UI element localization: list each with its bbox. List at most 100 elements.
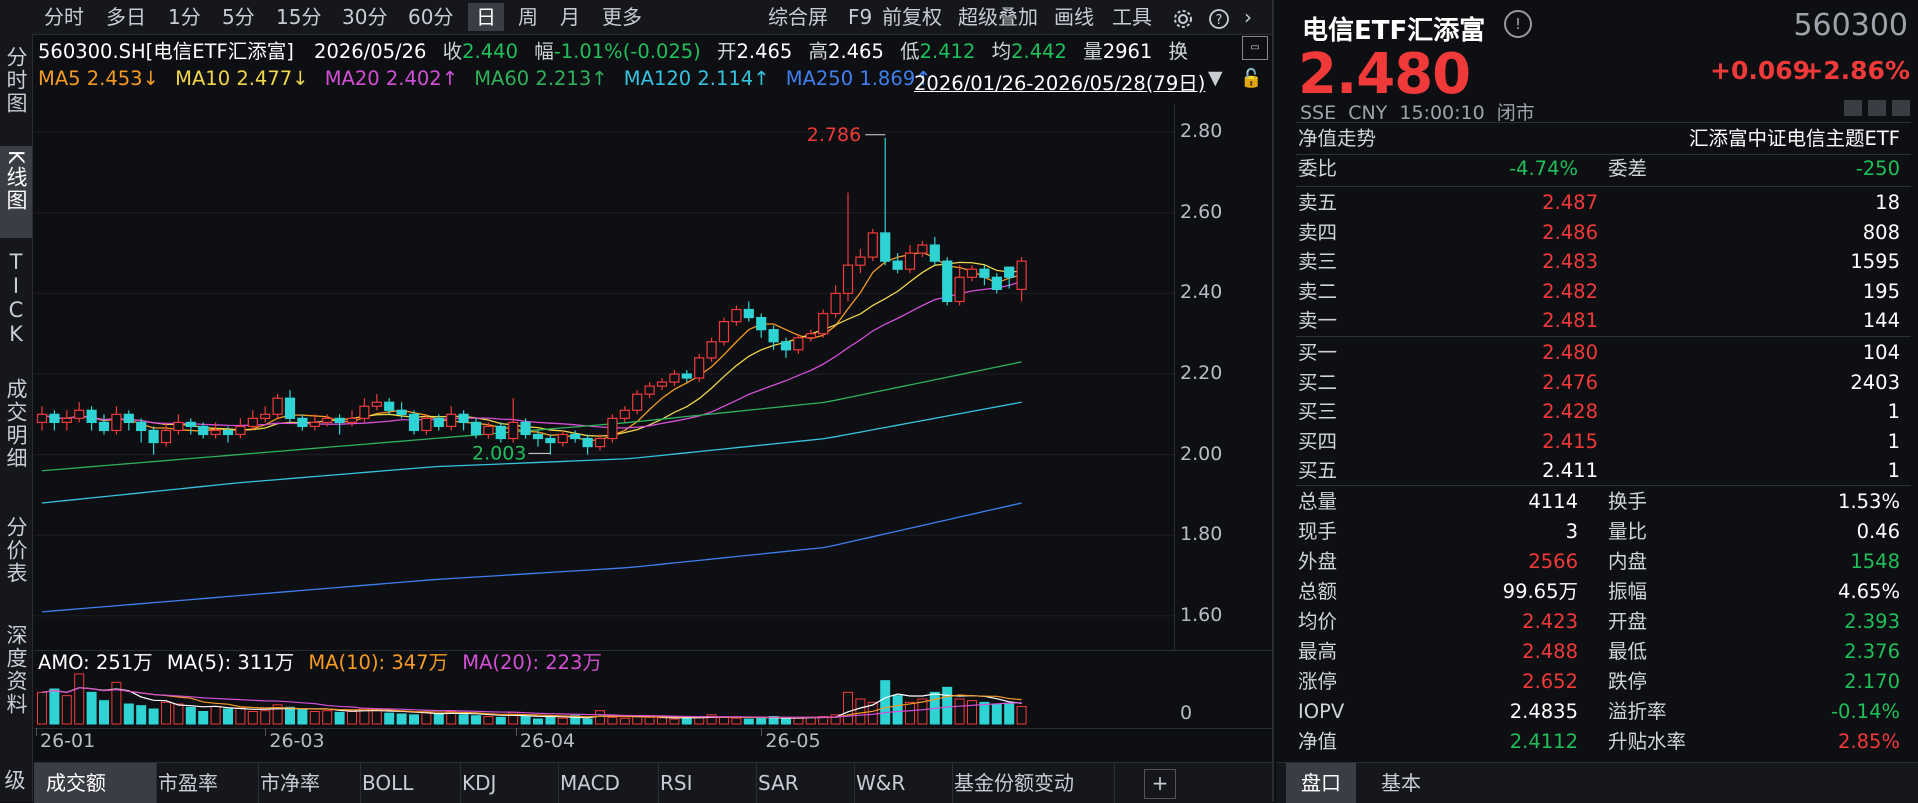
candle-body <box>557 433 568 444</box>
ma-line-ma120 <box>41 401 1022 504</box>
sell-level-5[interactable]: 卖一 2.481 144 <box>1298 306 1908 335</box>
level-qty: 1 <box>1887 429 1900 453</box>
add-tab-button[interactable]: + <box>1144 769 1176 799</box>
period-week[interactable]: 周 <box>510 3 546 31</box>
nav-row[interactable]: 净值走势 汇添富中证电信主题ETF <box>1298 124 1908 153</box>
tab-macd[interactable]: MACD <box>548 763 659 803</box>
tab-pb[interactable]: 市净率 <box>248 763 361 803</box>
volume-bar <box>1016 706 1027 725</box>
tab-trade-details[interactable]: 成交明细 <box>0 378 32 494</box>
vol-value: 2961 <box>1102 40 1153 63</box>
candle-body <box>880 232 891 262</box>
tab-depth-data[interactable]: 深度资料 <box>0 624 32 750</box>
level-qty: 1 <box>1887 459 1900 482</box>
tab-price-table[interactable]: 分价表 <box>0 516 32 606</box>
info-icon[interactable]: ! <box>1504 10 1532 38</box>
chevron-down-icon[interactable]: ▼ <box>1208 67 1223 89</box>
screen-share-icon[interactable]: ▭ <box>1242 36 1268 60</box>
tab-kdj[interactable]: KDJ <box>450 763 559 803</box>
period-fenshi[interactable]: 分时 <box>36 3 92 31</box>
separator <box>1296 122 1911 123</box>
volume-bar <box>669 718 680 725</box>
tab-pe[interactable]: 市盈率 <box>146 763 259 803</box>
lock-icon[interactable]: 🔓 <box>1240 68 1262 89</box>
candle-body <box>446 413 457 428</box>
level-qty: 1595 <box>1850 250 1900 273</box>
level-label: 卖一 <box>1298 309 1338 332</box>
candle-body <box>570 433 581 440</box>
expand-icon[interactable] <box>1892 100 1910 116</box>
sell-level-1[interactable]: 卖五 2.487 18 <box>1298 188 1908 217</box>
tools-button[interactable]: 工具 <box>1104 3 1160 31</box>
candle-body <box>669 373 680 383</box>
period-30min[interactable]: 30分 <box>334 3 395 31</box>
separator <box>1296 485 1911 486</box>
stat-value: 2.423 <box>1522 610 1578 633</box>
period-60min[interactable]: 60分 <box>400 3 461 31</box>
volume-bar <box>396 713 407 725</box>
sell-level-4[interactable]: 卖二 2.482 195 <box>1298 277 1908 306</box>
period-duori[interactable]: 多日 <box>98 3 154 31</box>
buy-level-4[interactable]: 买四 2.415 1 <box>1298 427 1908 456</box>
buy-level-2[interactable]: 买二 2.476 2403 <box>1298 368 1908 397</box>
level-price: 2.487 <box>1542 191 1598 214</box>
time-tick-mark <box>36 728 37 736</box>
kline-chart[interactable]: 2.786 2.003 <box>34 104 1184 644</box>
sell-level-2[interactable]: 卖四 2.486 808 <box>1298 218 1908 247</box>
composite-screen-button[interactable]: 综合屏 <box>760 3 836 31</box>
panel-divider[interactable] <box>1272 0 1274 802</box>
gear-icon[interactable] <box>1164 3 1202 31</box>
tab-order-book[interactable]: 盘口 <box>1286 763 1356 803</box>
period-15min[interactable]: 15分 <box>268 3 329 31</box>
tab-tick[interactable]: TICK <box>0 250 32 360</box>
draw-line-button[interactable]: 画线 <box>1046 3 1102 31</box>
tab-kline-chart[interactable]: K线图 <box>0 146 32 238</box>
ma60-legend: MA60 2.213↑ <box>474 67 608 90</box>
candle-body <box>607 417 618 440</box>
buy-level-5[interactable]: 买五 2.411 1 <box>1298 456 1908 485</box>
ma-line-ma20 <box>41 280 1022 429</box>
stat-value: 0.46 <box>1856 520 1900 543</box>
indicator-tabs: 成交额 市盈率 市净率 BOLL KDJ MACD RSI SAR W&R 基金… <box>34 762 1272 803</box>
period-5min[interactable]: 5分 <box>214 3 263 31</box>
ma120-legend: MA120 2.114↑ <box>623 67 770 90</box>
stats-row: 净值 2.4112 升贴水率 2.85% <box>1298 727 1908 756</box>
date-range-selector[interactable]: 2026/01/26-2026/05/28(79日) <box>914 67 1205 96</box>
period-month[interactable]: 月 <box>552 3 588 31</box>
volume-bar <box>793 717 804 725</box>
ma250-legend: MA250 1.869↑ <box>785 67 932 90</box>
chevron-right-icon[interactable]: › <box>1236 3 1260 31</box>
level-qty: 2403 <box>1850 370 1900 394</box>
period-day[interactable]: 日 <box>468 3 504 31</box>
volume-bar <box>247 711 258 725</box>
tab-boll[interactable]: BOLL <box>350 763 461 803</box>
volume-chart[interactable] <box>34 670 1184 726</box>
period-1min[interactable]: 1分 <box>160 3 209 31</box>
period-more[interactable]: 更多 <box>594 3 650 31</box>
level-qty: 104 <box>1862 341 1900 364</box>
tab-wr[interactable]: W&R <box>844 763 953 803</box>
tab-sar[interactable]: SAR <box>746 763 855 803</box>
settings-icon[interactable] <box>1868 100 1886 116</box>
stat-label: 外盘 <box>1298 550 1338 573</box>
tab-basic[interactable]: 基本 <box>1366 763 1436 803</box>
level-price: 2.486 <box>1542 220 1598 244</box>
sell-level-3[interactable]: 卖三 2.483 1595 <box>1298 247 1908 276</box>
tab-super[interactable]: 超级 <box>0 758 32 802</box>
forward-adjust-button[interactable]: 前复权 <box>874 3 950 31</box>
tab-fund-shares[interactable]: 基金份额变动 <box>942 763 1115 803</box>
level-price: 2.483 <box>1542 250 1598 273</box>
tab-turnover-amount[interactable]: 成交额 <box>34 763 157 803</box>
edit-icon[interactable] <box>1844 100 1862 116</box>
tab-fenshi-chart[interactable]: 分时图 <box>0 42 32 130</box>
buy-level-3[interactable]: 买三 2.428 1 <box>1298 397 1908 426</box>
stat-value: 2566 <box>1528 550 1578 573</box>
buy-level-1[interactable]: 买一 2.480 104 <box>1298 338 1908 367</box>
price-tick: 2.40 <box>1180 281 1223 304</box>
tab-rsi[interactable]: RSI <box>648 763 757 803</box>
super-overlay-button[interactable]: 超级叠加 <box>950 3 1046 31</box>
order-ratio-value: -4.74% <box>1509 157 1578 180</box>
help-icon[interactable]: ? <box>1200 3 1238 31</box>
stat-value: 2.488 <box>1522 640 1578 663</box>
level-price: 2.411 <box>1542 459 1598 482</box>
